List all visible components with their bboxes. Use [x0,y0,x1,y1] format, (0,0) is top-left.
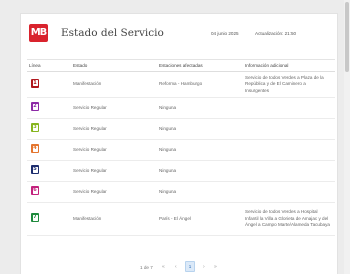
stations-cell: París - El Ángel [159,215,191,221]
line-badge-icon: 6 [31,186,39,196]
stations-cell: Ninguna [159,188,177,194]
info-cell: Servicio de todos Verdes a Hospital Infa… [245,209,330,228]
table-row: 3 Servicio Regular Ninguna [27,119,335,140]
scrollbar[interactable] [344,0,350,274]
stations-cell: Ninguna [159,146,177,152]
pagination: 1 de 7 « ‹ 1 › » [21,261,339,273]
status-cell: Servicio Regular [73,146,107,152]
date-label: 04 junio 2025 [211,31,239,36]
line-number: 4 [33,145,37,152]
status-cell: Servicio Regular [73,167,107,173]
stations-cell: Ninguna [159,125,177,131]
line-number: 2 [33,103,37,110]
line-number: 1 [33,79,37,86]
page-count-label: 1 de 7 [140,265,153,270]
first-page-button[interactable]: « [162,264,165,270]
column-header-info: Información adicional [245,63,289,68]
line-number: 5 [33,166,37,173]
line-badge-icon: 3 [31,123,39,133]
update-time-label: Actualización: 21:50 [255,31,297,36]
info-cell [243,182,335,203]
stations-cell: Ninguna [159,104,177,110]
service-status-card: MB Estado del Servicio 04 junio 2025 Act… [20,13,338,274]
info-cell [243,140,335,161]
table-header-row: Línea Estado Estaciones afectadas Inform… [27,59,335,72]
info-cell: Servicio de todos Verdes a Plaza de la R… [245,74,324,93]
status-cell: Servicio Regular [73,125,107,131]
line-number: 3 [33,124,37,131]
line-badge-icon: 1 [31,78,39,88]
last-page-button[interactable]: » [214,264,217,270]
scrollbar-thumb[interactable] [345,2,349,72]
table-row: 7 Manifestación París - El Ángel Servici… [27,203,335,236]
header: MB Estado del Servicio 04 junio 2025 Act… [21,14,339,58]
line-number: 7 [33,214,37,221]
line-number: 6 [33,187,37,194]
status-cell: Manifestación [73,81,102,87]
metrobus-logo: MB [29,24,48,42]
logo-text: MB [30,27,48,38]
status-cell: Servicio Regular [73,188,107,194]
table-row: 2 Servicio Regular Ninguna [27,98,335,119]
status-table: Línea Estado Estaciones afectadas Inform… [27,59,335,236]
line-badge-icon: 2 [31,102,39,112]
status-cell: Servicio Regular [73,104,107,110]
status-cell: Manifestación [73,215,102,221]
info-cell [243,119,335,140]
current-page-button[interactable]: 1 [185,261,195,272]
stations-cell: Ninguna [159,167,177,173]
stations-cell: Reforma - Hamburgo [159,81,203,87]
table-row: 4 Servicio Regular Ninguna [27,140,335,161]
line-badge-icon: 7 [31,213,39,223]
column-header-status: Estado [73,63,88,68]
next-page-button[interactable]: › [203,264,205,270]
line-badge-icon: 5 [31,165,39,175]
table-row: 6 Servicio Regular Ninguna [27,182,335,203]
info-cell [243,161,335,182]
prev-page-button[interactable]: ‹ [175,264,177,270]
column-header-stations: Estaciones afectadas [159,63,203,68]
table-row: 5 Servicio Regular Ninguna [27,161,335,182]
column-header-line: Línea [29,63,41,68]
page-title: Estado del Servicio [61,27,164,39]
info-cell [243,98,335,119]
table-row: 1 Manifestación Reforma - Hamburgo Servi… [27,72,335,98]
line-badge-icon: 4 [31,144,39,154]
